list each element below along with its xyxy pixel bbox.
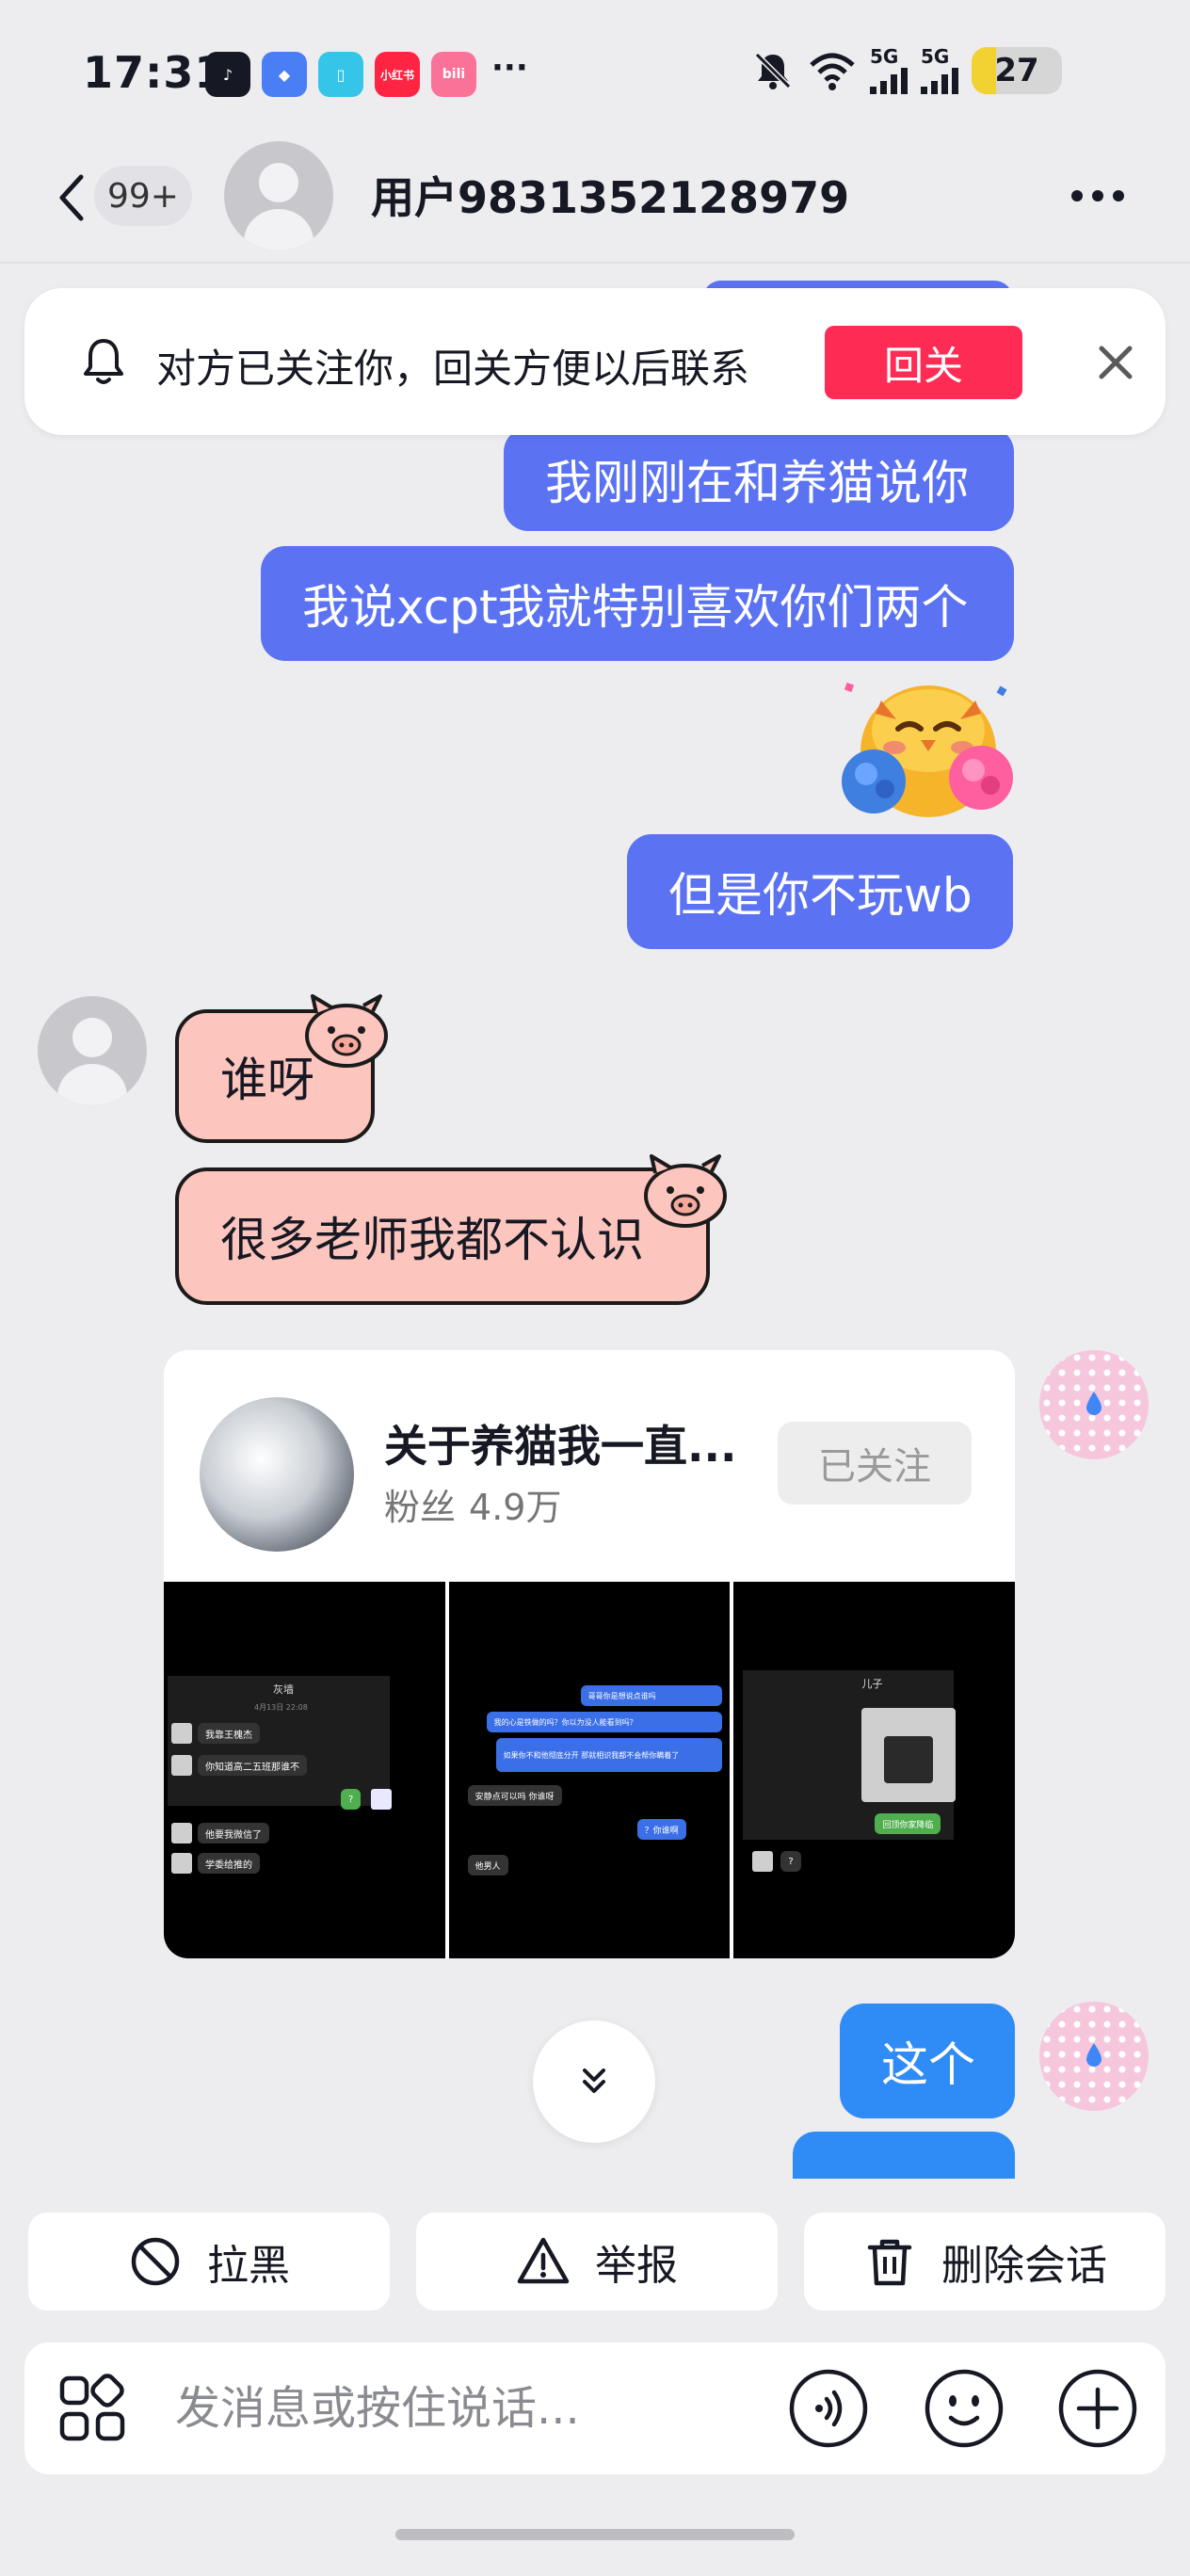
close-icon[interactable]: [1092, 339, 1139, 386]
contact-avatar-chat[interactable]: [38, 996, 147, 1105]
follow-back-button[interactable]: 回关: [825, 326, 1022, 399]
status-right-group: 5G 5G 27: [751, 47, 1062, 94]
signal-bars-2-icon: [921, 66, 958, 94]
bell-icon: [84, 339, 123, 384]
message-input[interactable]: [175, 2371, 778, 2446]
status-more-dots: ···: [491, 49, 528, 87]
post-thumbnail-2[interactable]: 哥哥你是想说点谁吗 我的心是铁做的吗？你以为没人能看到吗？ 如果你不和他彻底分开…: [448, 1582, 731, 1958]
mute-bell-icon: [754, 52, 792, 89]
thumb-title: 儿子: [861, 1678, 883, 1690]
tiktok-icon: ♪: [205, 52, 250, 97]
water-drop-icon: [1086, 1392, 1102, 1415]
emoji-icon[interactable]: [923, 2367, 1005, 2450]
double-chevron-down-icon: [583, 2069, 605, 2093]
contact-avatar[interactable]: [224, 141, 333, 250]
follow-back-banner: 对方已关注你，回关方便以后联系 回关: [24, 288, 1166, 435]
sent-message[interactable]: 这个: [840, 2004, 1015, 2118]
my-avatar[interactable]: [1039, 2002, 1149, 2111]
chat-header: 99+ 用户9831352128979: [0, 141, 1190, 264]
plus-icon[interactable]: [1056, 2367, 1139, 2450]
chat-action-bar: 拉黑 举报 删除会话: [0, 2179, 1190, 2576]
received-message-text: 很多老师我都不认识: [220, 1213, 644, 1267]
thumb-message: 学委给推的: [198, 1853, 260, 1874]
thumb-title: 灰墙: [273, 1683, 294, 1696]
trash-icon: [867, 2239, 912, 2286]
more-options-button[interactable]: [1071, 190, 1124, 201]
shared-profile-avatar[interactable]: [200, 1397, 354, 1552]
block-button[interactable]: 拉黑: [28, 2213, 390, 2310]
thumb-message: 我靠王槐杰: [198, 1723, 260, 1744]
status-bar: 17:31 ♪ ◆ ▯ 小红书 bili ··· 5G 5G 27: [0, 0, 1190, 141]
sent-message[interactable]: 我说xcpt我就特别喜欢你们两个: [261, 546, 1014, 661]
signal-1: 5G: [870, 47, 908, 94]
shared-post-thumbnails: 灰墙 4月13日 22:08 我靠王槐杰 你知道高二五班那谁不 ? 他要我微信了…: [164, 1582, 1015, 1958]
shared-profile-fans: 粉丝 4.9万: [384, 1478, 561, 1530]
wifi-icon: [810, 53, 855, 90]
xiaohongshu-icon: 小红书: [375, 52, 420, 97]
battery-icon: 27: [972, 47, 1062, 94]
received-message[interactable]: 很多老师我都不认识: [175, 1167, 710, 1305]
status-time: 17:31: [83, 47, 226, 98]
sent-message[interactable]: 我刚刚在和养猫说你: [504, 427, 1014, 531]
thumb-message: ？你谁啊: [636, 1819, 686, 1840]
signal-1-label: 5G: [870, 45, 899, 68]
followed-button[interactable]: 已关注: [778, 1422, 972, 1505]
sent-message[interactable]: 但是你不玩wb: [627, 834, 1013, 949]
battery-level: 27: [994, 52, 1039, 89]
block-icon: [131, 2237, 180, 2286]
cheering-owl-sticker-icon[interactable]: [838, 665, 1017, 825]
contact-name[interactable]: 用户9831352128979: [371, 164, 849, 226]
apps-grid-icon[interactable]: [56, 2373, 128, 2444]
message-input-bar: [24, 2343, 1166, 2474]
water-drop-icon: [1086, 2043, 1102, 2067]
voice-icon[interactable]: [787, 2367, 870, 2450]
thumb-message: 他要我微信了: [198, 1823, 269, 1843]
banner-message: 对方已关注你，回关方便以后联系: [156, 346, 750, 392]
thumb-reply: ?: [780, 1851, 801, 1872]
signal-2-label: 5G: [921, 45, 950, 68]
fans-count: 4.9万: [469, 1487, 562, 1528]
thumb-message: 他男人: [467, 1855, 508, 1876]
delete-label: 删除会话: [941, 2242, 1107, 2290]
shared-profile-name[interactable]: 关于养猫我一直...: [384, 1412, 736, 1474]
my-avatar[interactable]: [1039, 1350, 1149, 1459]
reader-app-icon: ▯: [318, 52, 363, 97]
pig-sticker-icon: [305, 994, 388, 1068]
report-label: 举报: [595, 2242, 678, 2290]
warning-icon: [517, 2237, 570, 2284]
post-thumbnail-3[interactable]: 儿子 回顶你家降临 ?: [733, 1582, 1015, 1958]
unread-count-badge[interactable]: 99+: [94, 166, 192, 226]
partially-hidden-message: [793, 2132, 1015, 2179]
block-label: 拉黑: [207, 2242, 290, 2290]
home-indicator[interactable]: [395, 2529, 795, 2540]
thumb-message: 如果你不和他彻底分开 那就相识我都不会帮你瞒着了: [495, 1738, 722, 1772]
thumb-message: 安静点可以吗 你谁呀: [467, 1785, 562, 1806]
thumb-reply: 回顶你家降临: [875, 1813, 941, 1834]
post-thumbnail-1[interactable]: 灰墙 4月13日 22:08 我靠王槐杰 你知道高二五班那谁不 ? 他要我微信了…: [164, 1582, 445, 1958]
scroll-to-bottom-button[interactable]: [533, 2021, 655, 2143]
signal-2: 5G: [921, 47, 958, 94]
bilibili-icon: bili: [431, 52, 476, 97]
report-button[interactable]: 举报: [416, 2213, 778, 2310]
thumb-photo: [861, 1708, 957, 1802]
thumb-message: 我的心是铁做的吗？你以为没人能看到吗？: [486, 1712, 722, 1732]
thumb-reply: ?: [341, 1789, 362, 1810]
pig-sticker-icon: [644, 1154, 727, 1228]
shared-profile-card[interactable]: 关于养猫我一直... 粉丝 4.9万 已关注 灰墙 4月13日 22:08 我靠…: [164, 1350, 1015, 1958]
status-app-icons: ♪ ◆ ▯ 小红书 bili: [205, 52, 476, 97]
thumb-date: 4月13日 22:08: [254, 1703, 308, 1712]
fans-label: 粉丝: [384, 1487, 457, 1528]
back-button[interactable]: [53, 169, 90, 226]
app-blue-icon: ◆: [262, 52, 307, 97]
thumb-message: 你知道高二五班那谁不: [198, 1755, 307, 1776]
delete-conversation-button[interactable]: 删除会话: [804, 2213, 1166, 2310]
signal-bars-1-icon: [870, 66, 908, 94]
thumb-message: 哥哥你是想说点谁吗: [580, 1685, 722, 1706]
